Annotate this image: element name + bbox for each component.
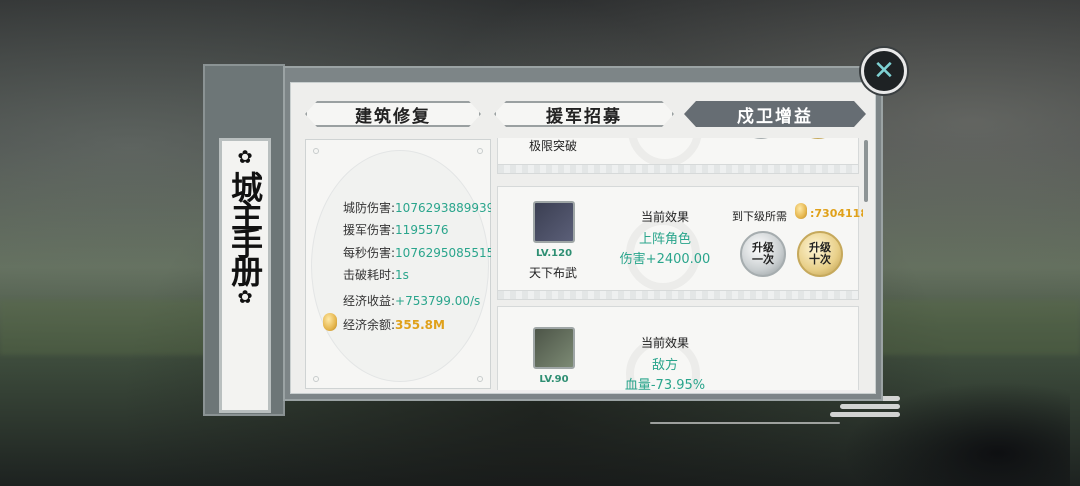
kunai-skill-icon [533,201,575,243]
effect-line: 血量-73.95% [624,378,706,390]
next-level-cost-label: 到下级所需 [732,210,787,223]
watermark [628,138,702,167]
tab-label: 建筑修复 [355,106,431,127]
close-button[interactable]: ✕ [861,48,907,94]
skill-card: LV.120 天下布武 当前效果 上阵角色 伤害+2400.00 到下级所需 :… [497,186,863,300]
corner-dot [313,376,319,382]
gold-coin-icon [323,313,337,331]
corner-dot [477,376,483,382]
skill-card: 极限突破 [497,138,859,174]
stats-panel [305,139,491,389]
gold-coin-icon [795,203,807,219]
next-level-cost-value: :7304118 [810,207,863,220]
scroll-skill-icon [533,327,575,369]
upgrade-once-button[interactable] [738,138,784,139]
skill-name: 极限突破 [528,139,577,153]
tab-guard-buff[interactable]: 戍卫增益 [684,101,866,127]
corner-dot [313,148,319,154]
tab-label: 戍卫增益 [737,106,813,127]
upgrade-ten-button[interactable] [795,138,841,139]
upgrade-once-label: 升级一次 [752,241,774,266]
scroll-title: 城主手册 [226,171,264,283]
handbook-scroll: ✿ 城主手册 ✿ [203,64,285,416]
scroll-label: ✿ 城主手册 ✿ [219,138,271,413]
skill-name: 天下布武 [528,266,577,280]
tab-reinforcement-recruit[interactable]: 援军招募 [494,101,674,127]
close-icon: ✕ [873,56,895,86]
stat-economy-income: 经济收益:+753799.00/s [343,294,481,308]
stat-break-time: 击破耗时:1s [343,268,409,282]
tab-label: 援军招募 [546,106,622,127]
skill-level: LV.90 [539,374,569,385]
upgrade-ten-label: 升级十次 [809,241,831,266]
card-divider [498,164,858,173]
list-scrollbar[interactable] [864,140,868,202]
upgrade-ten-button[interactable]: 升级十次 [797,231,843,277]
effect-line: 敌方 [651,358,678,373]
stat-damage-per-second: 每秒伤害:1076295085515 [343,246,495,260]
skill-list[interactable]: 极限突破 LV.120 天下布武 当前效果 上阵角色 伤害+2400.00 到下… [497,138,863,390]
skill-level: LV.120 [535,248,573,259]
effect-title: 当前效果 [640,336,689,350]
card-divider [498,290,858,299]
upgrade-once-button[interactable]: 升级一次 [740,231,786,277]
effect-line: 伤害+2400.00 [619,252,711,267]
corner-dot [477,148,483,154]
effect-line: 上阵角色 [638,232,691,247]
tab-building-repair[interactable]: 建筑修复 [305,101,481,127]
stat-economy-balance: 经济余额:355.8M [343,318,445,332]
flower-crest-icon: ✿ [237,287,253,308]
skill-card: LV.90 当前效果 敌方 血量-73.95% [497,306,859,390]
effect-title: 当前效果 [640,210,689,224]
stat-reinforcement-damage: 援军伤害:1195576 [343,223,449,237]
stat-city-defense-damage: 城防伤害:1076293889939 [343,201,495,215]
flower-crest-icon: ✿ [237,147,253,168]
